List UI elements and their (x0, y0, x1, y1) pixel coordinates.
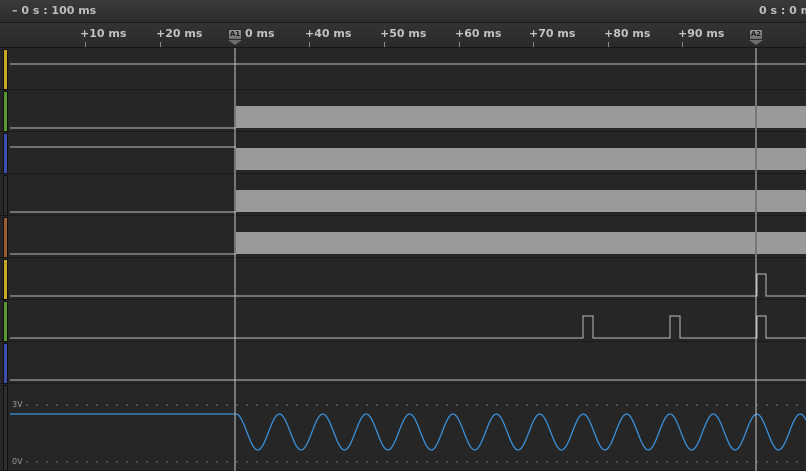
marker-a2-label: A2 (749, 29, 763, 40)
tick-label: +80 ms (604, 27, 651, 40)
range-left-label: – 0 s : 100 ms (12, 4, 97, 17)
tick-mark (160, 42, 161, 47)
time-range-bar: – 0 s : 100 ms 0 s : 0 m (0, 0, 806, 23)
range-right-label: 0 s : 0 m (759, 4, 806, 17)
marker-a1-label: A1 (228, 29, 242, 40)
tick-mark (608, 42, 609, 47)
tick-label: +40 ms (305, 27, 352, 40)
tick-mark (384, 42, 385, 47)
marker-pointer-icon (749, 40, 763, 45)
tick-label: +90 ms (678, 27, 725, 40)
tick-mark (309, 42, 310, 47)
time-ruler[interactable]: +10 ms +20 ms 0 ms +40 ms +50 ms +60 ms … (0, 23, 806, 66)
tick-mark (459, 42, 460, 47)
tick-label: +70 ms (529, 27, 576, 40)
waveform-display[interactable] (0, 48, 806, 471)
marker-a1-handle[interactable]: A1 (228, 29, 242, 45)
marker-pointer-icon (228, 40, 242, 45)
activity-block-4 (236, 190, 806, 212)
analog-top-label: 3V (12, 400, 23, 409)
tick-mark (85, 42, 86, 47)
tick-label: +50 ms (380, 27, 427, 40)
channel-area[interactable]: 3V 0V (0, 48, 806, 471)
analog-trace (10, 413, 806, 451)
digital-trace-7 (10, 315, 806, 339)
activity-block-3 (236, 148, 806, 170)
digital-trace-6 (10, 273, 806, 297)
marker-a2-handle[interactable]: A2 (749, 29, 763, 45)
tick-label: +10 ms (80, 27, 127, 40)
tick-mark (533, 42, 534, 47)
tick-label: +20 ms (156, 27, 203, 40)
tick-label: +60 ms (455, 27, 502, 40)
logic-analyzer-window: – 0 s : 100 ms 0 s : 0 m +10 ms +20 ms 0… (0, 0, 806, 471)
tick-label: 0 ms (245, 27, 275, 40)
activity-block-2 (236, 106, 806, 128)
analog-bottom-label: 0V (12, 457, 23, 466)
activity-block-5 (236, 232, 806, 254)
tick-mark (682, 42, 683, 47)
